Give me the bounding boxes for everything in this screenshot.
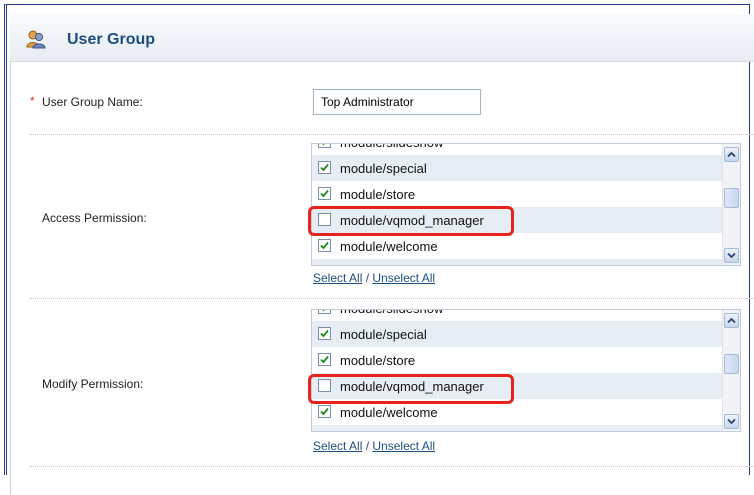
- row-divider: [30, 466, 754, 467]
- chevron-up-icon: [727, 151, 736, 158]
- permission-item-label: module/welcome: [340, 405, 438, 420]
- checkmark-icon: [320, 163, 329, 172]
- scroll-up-button[interactable]: [724, 313, 739, 328]
- checkbox-checked[interactable]: [318, 327, 331, 340]
- modify-permission-list[interactable]: module/slideshow module/special module/sto…: [311, 309, 741, 432]
- access-permission-label: Access Permission:: [42, 211, 147, 225]
- permission-item[interactable]: [312, 259, 724, 266]
- permission-item[interactable]: [312, 425, 724, 432]
- access-unselect-all-link[interactable]: Unselect All: [372, 271, 435, 285]
- permission-item[interactable]: module/welcome: [312, 233, 724, 259]
- link-divider: /: [365, 271, 370, 285]
- modify-unselect-all-link[interactable]: Unselect All: [372, 439, 435, 453]
- link-divider: /: [365, 439, 370, 453]
- access-scrollbar[interactable]: [722, 144, 740, 265]
- chevron-down-icon: [727, 418, 736, 425]
- checkbox-checked[interactable]: [318, 405, 331, 418]
- checkmark-icon: [320, 241, 329, 250]
- checkbox-checked[interactable]: [318, 144, 331, 148]
- checkmark-icon: [320, 355, 329, 364]
- permission-item-label: module/slideshow: [340, 310, 443, 316]
- checkbox-checked[interactable]: [318, 353, 331, 366]
- checkbox-checked[interactable]: [318, 239, 331, 252]
- user-group-name-input[interactable]: [313, 89, 481, 115]
- access-permission-list[interactable]: module/slideshow module/special module/sto…: [311, 143, 741, 266]
- scroll-thumb[interactable]: [724, 188, 739, 208]
- chevron-up-icon: [727, 317, 736, 324]
- row-divider: [30, 134, 754, 135]
- row-divider: [30, 298, 754, 299]
- permission-item-label: module/slideshow: [340, 144, 443, 150]
- page-title: User Group: [67, 31, 156, 48]
- checkmark-icon: [322, 310, 325, 312]
- permission-item[interactable]: module/store: [312, 181, 724, 207]
- checkmark-icon: [320, 407, 329, 416]
- checkmark-icon: [322, 144, 325, 146]
- permission-item[interactable]: module/store: [312, 347, 724, 373]
- user-group-icon: [26, 30, 46, 49]
- access-permission-items: module/slideshow module/special module/sto…: [312, 144, 724, 266]
- modify-select-links: Select All / Unselect All: [313, 439, 435, 453]
- permission-item-label: module/special: [340, 327, 427, 342]
- permission-item[interactable]: module/slideshow: [312, 144, 724, 155]
- scroll-thumb[interactable]: [724, 354, 739, 374]
- permission-item-label: module/store: [340, 353, 416, 368]
- checkbox-unchecked[interactable]: [318, 265, 331, 266]
- modify-scrollbar[interactable]: [722, 310, 740, 431]
- scroll-down-button[interactable]: [724, 248, 739, 263]
- permission-item[interactable]: module/special: [312, 321, 724, 347]
- required-marker: *: [30, 94, 35, 108]
- checkbox-checked[interactable]: [318, 161, 331, 174]
- checkbox-checked[interactable]: [318, 310, 331, 314]
- highlight-annotation: [308, 374, 514, 404]
- checkmark-icon: [320, 189, 329, 198]
- permission-item[interactable]: module/slideshow: [312, 310, 724, 321]
- permission-item-label: module/welcome: [340, 239, 438, 254]
- access-select-all-link[interactable]: Select All: [313, 271, 362, 285]
- modify-permission-label: Modify Permission:: [42, 377, 144, 391]
- modify-permission-items: module/slideshow module/special module/sto…: [312, 310, 724, 432]
- chevron-down-icon: [727, 252, 736, 259]
- checkbox-checked[interactable]: [318, 187, 331, 200]
- user-group-name-label: User Group Name:: [42, 95, 143, 109]
- access-select-links: Select All / Unselect All: [313, 271, 435, 285]
- scroll-down-button[interactable]: [724, 414, 739, 429]
- checkbox-unchecked[interactable]: [318, 431, 331, 432]
- scroll-up-button[interactable]: [724, 147, 739, 162]
- checkmark-icon: [320, 329, 329, 338]
- highlight-annotation: [308, 206, 514, 236]
- modify-select-all-link[interactable]: Select All: [313, 439, 362, 453]
- permission-item-label: module/store: [340, 187, 416, 202]
- permission-item-label: module/special: [340, 161, 427, 176]
- permission-item[interactable]: module/special: [312, 155, 724, 181]
